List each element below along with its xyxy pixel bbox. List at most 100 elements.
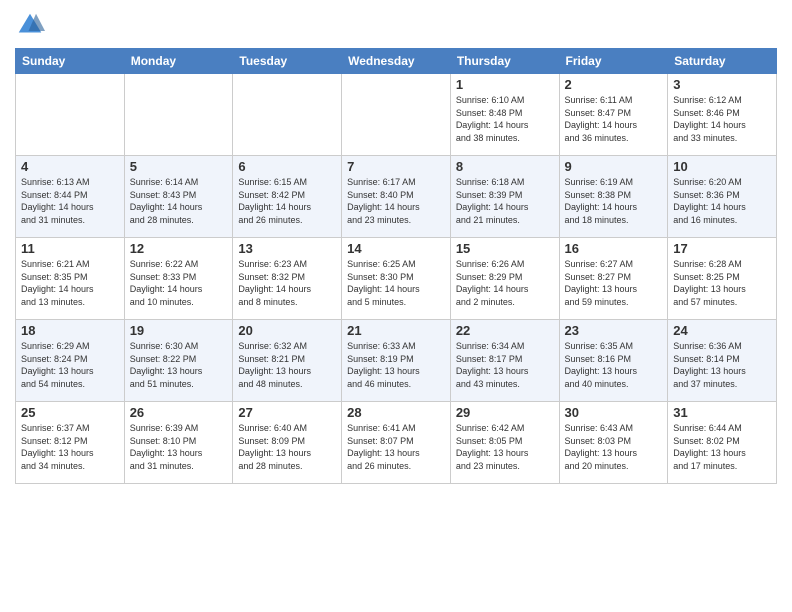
day-info: Sunrise: 6:22 AM Sunset: 8:33 PM Dayligh… — [130, 258, 228, 308]
day-cell: 20 Sunrise: 6:32 AM Sunset: 8:21 PM Dayli… — [233, 320, 342, 402]
day-info: Sunrise: 6:36 AM Sunset: 8:14 PM Dayligh… — [673, 340, 771, 390]
day-cell: 1 Sunrise: 6:10 AM Sunset: 8:48 PM Daylig… — [450, 74, 559, 156]
weekday-tuesday: Tuesday — [233, 49, 342, 74]
day-number: 8 — [456, 159, 554, 174]
day-info: Sunrise: 6:33 AM Sunset: 8:19 PM Dayligh… — [347, 340, 445, 390]
day-number: 28 — [347, 405, 445, 420]
day-number: 7 — [347, 159, 445, 174]
day-cell — [233, 74, 342, 156]
day-cell: 30 Sunrise: 6:43 AM Sunset: 8:03 PM Dayli… — [559, 402, 668, 484]
weekday-sunday: Sunday — [16, 49, 125, 74]
day-info: Sunrise: 6:43 AM Sunset: 8:03 PM Dayligh… — [565, 422, 663, 472]
day-number: 27 — [238, 405, 336, 420]
day-info: Sunrise: 6:35 AM Sunset: 8:16 PM Dayligh… — [565, 340, 663, 390]
day-number: 9 — [565, 159, 663, 174]
day-cell: 11 Sunrise: 6:21 AM Sunset: 8:35 PM Dayli… — [16, 238, 125, 320]
day-number: 13 — [238, 241, 336, 256]
day-info: Sunrise: 6:26 AM Sunset: 8:29 PM Dayligh… — [456, 258, 554, 308]
weekday-monday: Monday — [124, 49, 233, 74]
day-number: 14 — [347, 241, 445, 256]
day-cell: 16 Sunrise: 6:27 AM Sunset: 8:27 PM Dayli… — [559, 238, 668, 320]
week-row-2: 4 Sunrise: 6:13 AM Sunset: 8:44 PM Daylig… — [16, 156, 777, 238]
day-cell: 21 Sunrise: 6:33 AM Sunset: 8:19 PM Dayli… — [342, 320, 451, 402]
day-cell: 2Sunrise: 6:11 AM Sunset: 8:47 PM Daylig… — [559, 74, 668, 156]
day-number: 5 — [130, 159, 228, 174]
day-number: 25 — [21, 405, 119, 420]
day-cell: 12Sunrise: 6:22 AM Sunset: 8:33 PM Dayli… — [124, 238, 233, 320]
day-cell: 26 Sunrise: 6:39 AM Sunset: 8:10 PM Dayli… — [124, 402, 233, 484]
day-cell: 3 Sunrise: 6:12 AM Sunset: 8:46 PM Daylig… — [668, 74, 777, 156]
day-number: 26 — [130, 405, 228, 420]
day-cell: 25Sunrise: 6:37 AM Sunset: 8:12 PM Dayli… — [16, 402, 125, 484]
day-number: 16 — [565, 241, 663, 256]
day-cell: 9 Sunrise: 6:19 AM Sunset: 8:38 PM Daylig… — [559, 156, 668, 238]
day-cell — [124, 74, 233, 156]
calendar: SundayMondayTuesdayWednesdayThursdayFrid… — [15, 48, 777, 484]
weekday-friday: Friday — [559, 49, 668, 74]
day-cell: 24Sunrise: 6:36 AM Sunset: 8:14 PM Dayli… — [668, 320, 777, 402]
day-info: Sunrise: 6:39 AM Sunset: 8:10 PM Dayligh… — [130, 422, 228, 472]
day-number: 11 — [21, 241, 119, 256]
day-info: Sunrise: 6:20 AM Sunset: 8:36 PM Dayligh… — [673, 176, 771, 226]
day-info: Sunrise: 6:27 AM Sunset: 8:27 PM Dayligh… — [565, 258, 663, 308]
day-number: 31 — [673, 405, 771, 420]
day-cell: 19 Sunrise: 6:30 AM Sunset: 8:22 PM Dayli… — [124, 320, 233, 402]
day-info: Sunrise: 6:10 AM Sunset: 8:48 PM Dayligh… — [456, 94, 554, 144]
day-number: 15 — [456, 241, 554, 256]
day-info: Sunrise: 6:11 AM Sunset: 8:47 PM Dayligh… — [565, 94, 663, 144]
day-number: 3 — [673, 77, 771, 92]
day-info: Sunrise: 6:18 AM Sunset: 8:39 PM Dayligh… — [456, 176, 554, 226]
day-number: 19 — [130, 323, 228, 338]
day-cell: 29Sunrise: 6:42 AM Sunset: 8:05 PM Dayli… — [450, 402, 559, 484]
day-cell: 13 Sunrise: 6:23 AM Sunset: 8:32 PM Dayli… — [233, 238, 342, 320]
day-cell: 17 Sunrise: 6:28 AM Sunset: 8:25 PM Dayli… — [668, 238, 777, 320]
day-info: Sunrise: 6:28 AM Sunset: 8:25 PM Dayligh… — [673, 258, 771, 308]
day-cell: 5 Sunrise: 6:14 AM Sunset: 8:43 PM Daylig… — [124, 156, 233, 238]
day-info: Sunrise: 6:17 AM Sunset: 8:40 PM Dayligh… — [347, 176, 445, 226]
logo-icon — [15, 10, 45, 40]
day-number: 6 — [238, 159, 336, 174]
day-cell: 10 Sunrise: 6:20 AM Sunset: 8:36 PM Dayli… — [668, 156, 777, 238]
day-info: Sunrise: 6:41 AM Sunset: 8:07 PM Dayligh… — [347, 422, 445, 472]
day-info: Sunrise: 6:23 AM Sunset: 8:32 PM Dayligh… — [238, 258, 336, 308]
day-info: Sunrise: 6:13 AM Sunset: 8:44 PM Dayligh… — [21, 176, 119, 226]
day-cell: 8 Sunrise: 6:18 AM Sunset: 8:39 PM Daylig… — [450, 156, 559, 238]
day-info: Sunrise: 6:21 AM Sunset: 8:35 PM Dayligh… — [21, 258, 119, 308]
day-info: Sunrise: 6:29 AM Sunset: 8:24 PM Dayligh… — [21, 340, 119, 390]
day-info: Sunrise: 6:19 AM Sunset: 8:38 PM Dayligh… — [565, 176, 663, 226]
logo — [15, 10, 49, 40]
weekday-header-row: SundayMondayTuesdayWednesdayThursdayFrid… — [16, 49, 777, 74]
header — [15, 10, 777, 40]
day-cell: 22 Sunrise: 6:34 AM Sunset: 8:17 PM Dayli… — [450, 320, 559, 402]
day-number: 18 — [21, 323, 119, 338]
day-number: 4 — [21, 159, 119, 174]
day-number: 30 — [565, 405, 663, 420]
page: SundayMondayTuesdayWednesdayThursdayFrid… — [0, 0, 792, 612]
day-number: 17 — [673, 241, 771, 256]
day-cell: 23Sunrise: 6:35 AM Sunset: 8:16 PM Dayli… — [559, 320, 668, 402]
weekday-saturday: Saturday — [668, 49, 777, 74]
day-number: 20 — [238, 323, 336, 338]
weekday-wednesday: Wednesday — [342, 49, 451, 74]
day-info: Sunrise: 6:32 AM Sunset: 8:21 PM Dayligh… — [238, 340, 336, 390]
day-info: Sunrise: 6:34 AM Sunset: 8:17 PM Dayligh… — [456, 340, 554, 390]
day-number: 10 — [673, 159, 771, 174]
day-cell: 14 Sunrise: 6:25 AM Sunset: 8:30 PM Dayli… — [342, 238, 451, 320]
day-info: Sunrise: 6:12 AM Sunset: 8:46 PM Dayligh… — [673, 94, 771, 144]
week-row-3: 11 Sunrise: 6:21 AM Sunset: 8:35 PM Dayli… — [16, 238, 777, 320]
weekday-thursday: Thursday — [450, 49, 559, 74]
day-info: Sunrise: 6:14 AM Sunset: 8:43 PM Dayligh… — [130, 176, 228, 226]
day-cell: 28 Sunrise: 6:41 AM Sunset: 8:07 PM Dayli… — [342, 402, 451, 484]
day-number: 1 — [456, 77, 554, 92]
day-number: 21 — [347, 323, 445, 338]
day-cell: 27Sunrise: 6:40 AM Sunset: 8:09 PM Dayli… — [233, 402, 342, 484]
day-number: 22 — [456, 323, 554, 338]
week-row-1: 1 Sunrise: 6:10 AM Sunset: 8:48 PM Daylig… — [16, 74, 777, 156]
week-row-5: 25Sunrise: 6:37 AM Sunset: 8:12 PM Dayli… — [16, 402, 777, 484]
day-info: Sunrise: 6:25 AM Sunset: 8:30 PM Dayligh… — [347, 258, 445, 308]
day-cell: 6Sunrise: 6:15 AM Sunset: 8:42 PM Daylig… — [233, 156, 342, 238]
day-cell: 7 Sunrise: 6:17 AM Sunset: 8:40 PM Daylig… — [342, 156, 451, 238]
day-info: Sunrise: 6:30 AM Sunset: 8:22 PM Dayligh… — [130, 340, 228, 390]
week-row-4: 18 Sunrise: 6:29 AM Sunset: 8:24 PM Dayli… — [16, 320, 777, 402]
day-cell: 4 Sunrise: 6:13 AM Sunset: 8:44 PM Daylig… — [16, 156, 125, 238]
